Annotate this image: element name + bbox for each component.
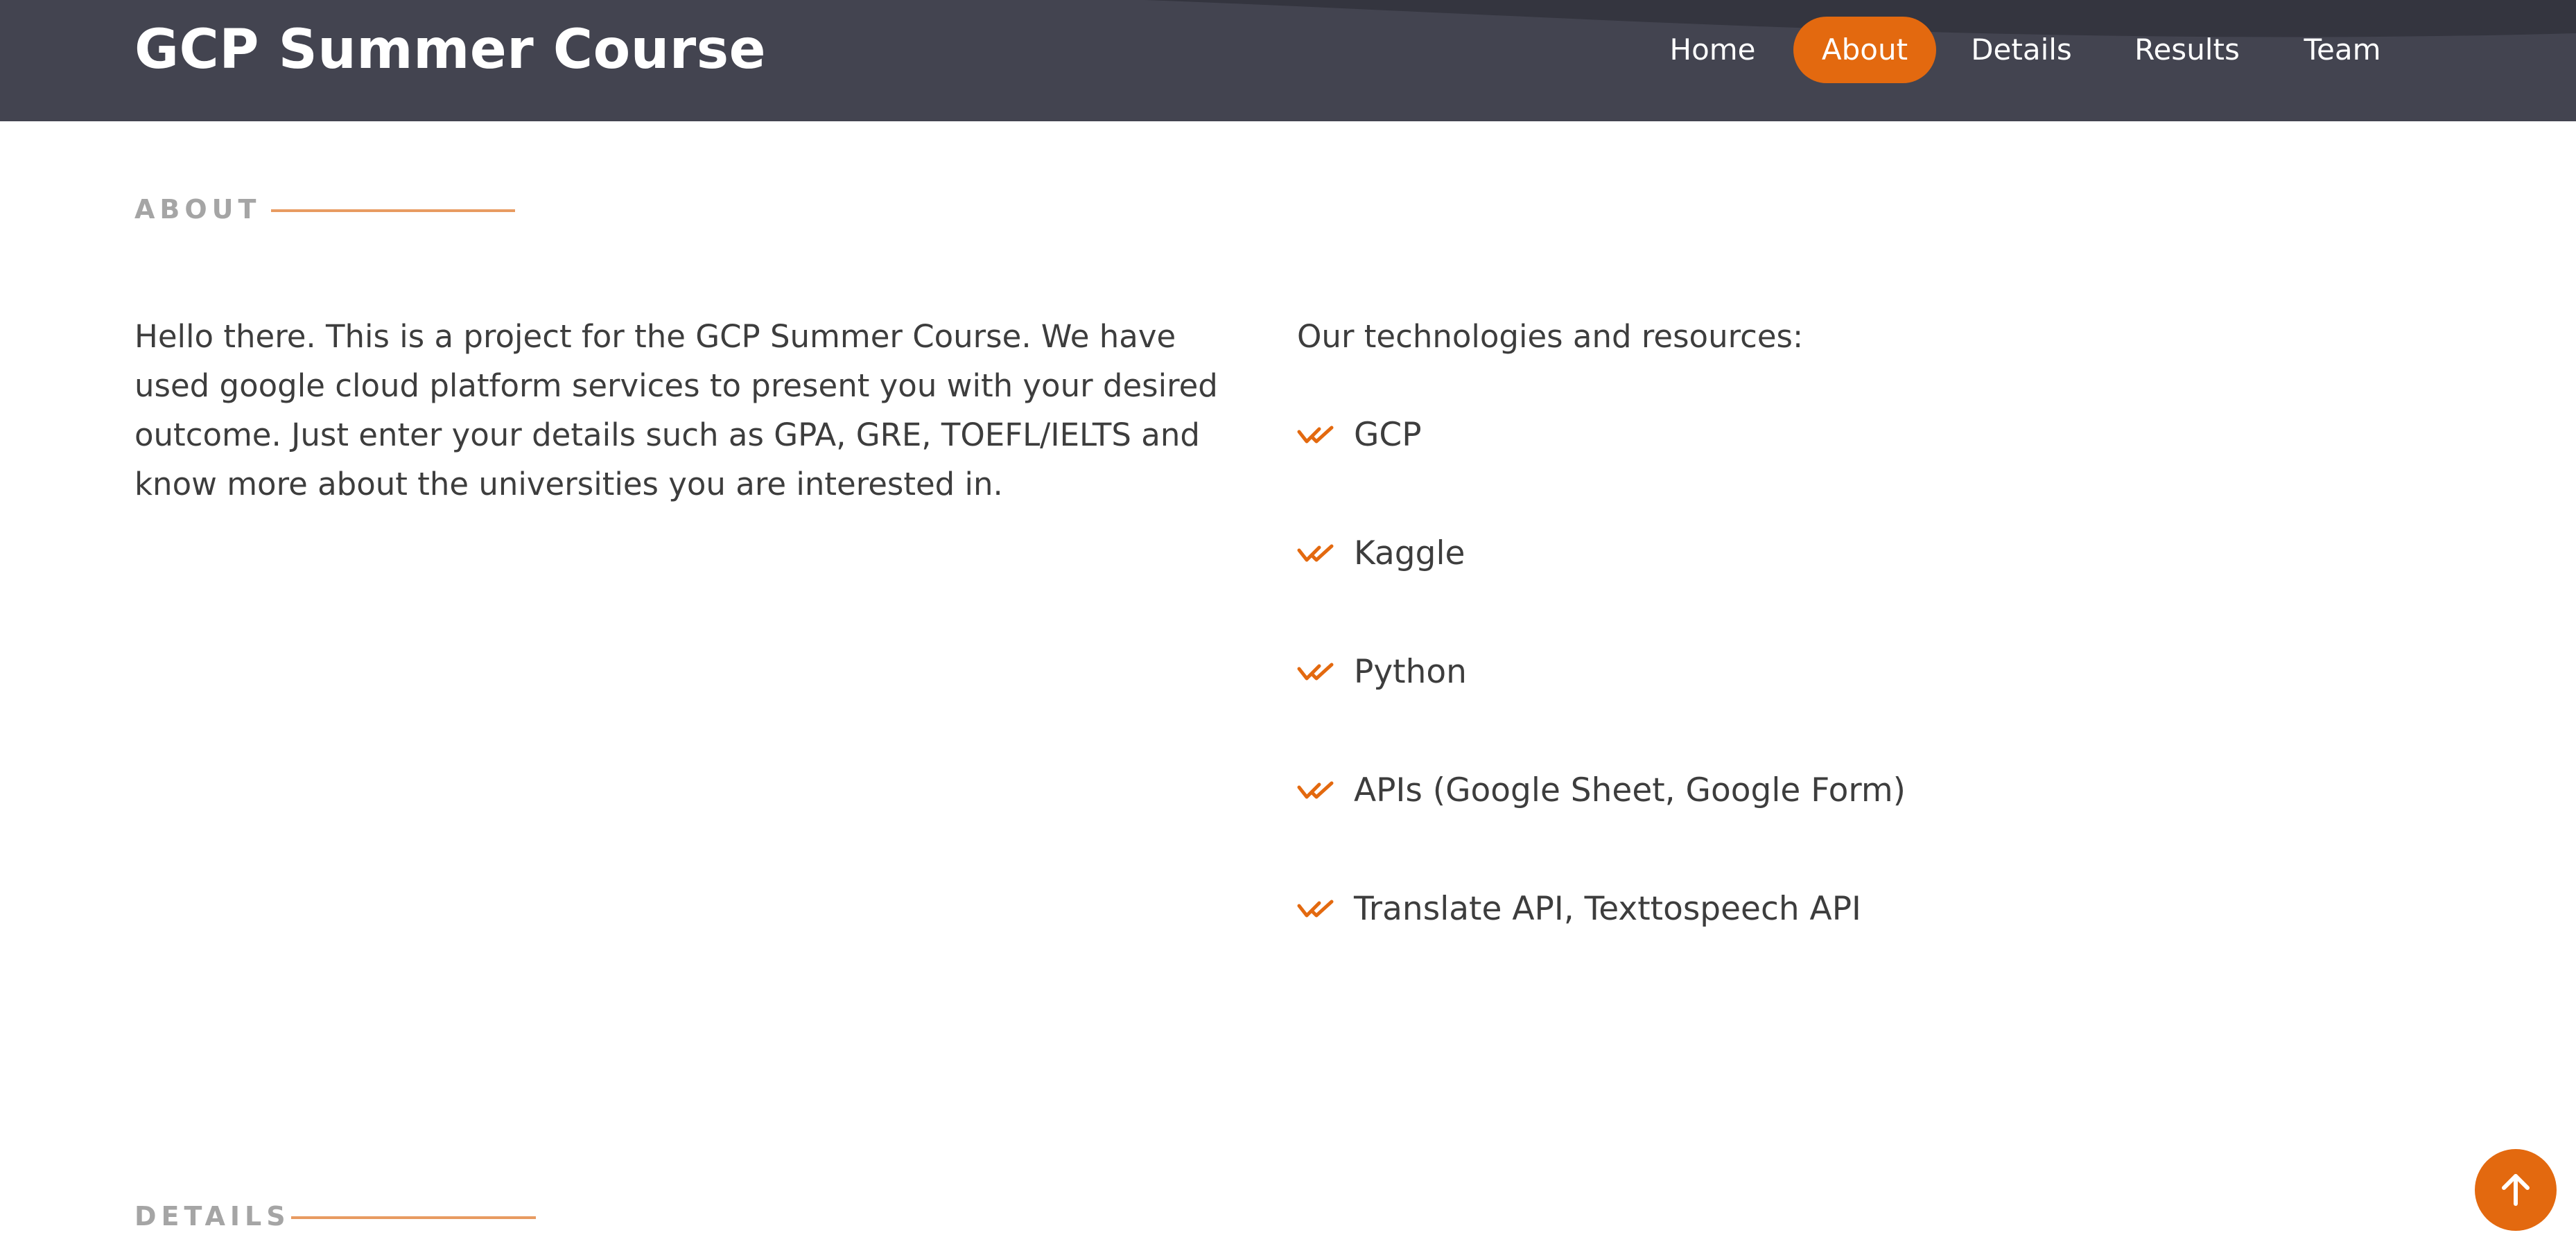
brand-title[interactable]: GCP Summer Course <box>134 15 766 85</box>
double-check-icon <box>1297 781 1334 799</box>
double-check-icon <box>1297 426 1334 444</box>
nav-home[interactable]: Home <box>1656 17 1769 83</box>
about-paragraph: Hello there. This is a project for the G… <box>134 318 1218 502</box>
tech-item-label: GCP <box>1354 416 1422 454</box>
double-check-icon <box>1297 544 1334 562</box>
site-header: GCP Summer Course Home About Details Res… <box>0 0 2576 121</box>
scroll-to-top-button[interactable] <box>2475 1149 2557 1231</box>
details-title-underline <box>291 1216 536 1219</box>
tech-item-label: Translate API, Texttospeech API <box>1354 890 1861 928</box>
nav-details[interactable]: Details <box>1956 17 2087 83</box>
nav-about[interactable]: About <box>1793 17 1936 83</box>
tech-list: GCP Kaggle Python APIs (Google Sheet, Go… <box>1297 410 1906 1003</box>
list-item: GCP <box>1297 410 1906 529</box>
nav-team[interactable]: Team <box>2288 17 2397 83</box>
tech-item-label: Python <box>1354 653 1467 691</box>
about-section-title: ABOUT <box>134 194 261 225</box>
double-check-icon <box>1297 663 1334 681</box>
tech-item-label: Kaggle <box>1354 534 1465 572</box>
nav-results[interactable]: Results <box>2121 17 2253 83</box>
tech-item-label: APIs (Google Sheet, Google Form) <box>1354 771 1906 809</box>
arrow-up-icon <box>2502 1174 2530 1206</box>
details-section-title: DETAILS <box>134 1201 290 1232</box>
double-check-icon <box>1297 900 1334 918</box>
tech-heading: Our technologies and resources: <box>1297 318 1804 355</box>
list-item: Python <box>1297 647 1906 766</box>
about-title-underline <box>271 209 515 212</box>
list-item: Kaggle <box>1297 529 1906 647</box>
list-item: APIs (Google Sheet, Google Form) <box>1297 766 1906 884</box>
list-item: Translate API, Texttospeech API <box>1297 884 1906 1003</box>
